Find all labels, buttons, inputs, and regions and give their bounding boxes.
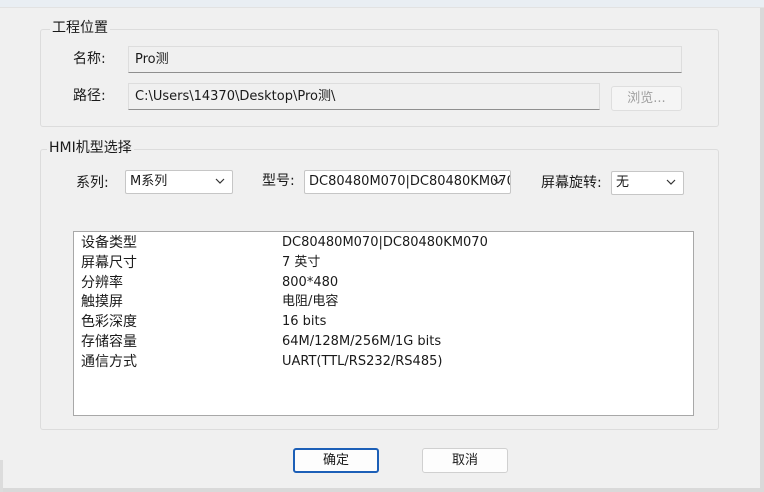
rotation-select[interactable]: 无 [611,171,684,195]
spec-row: 设备类型 DC80480M070|DC80480KM070 [81,233,681,253]
spec-row: 分辨率 800*480 [81,273,681,293]
spec-key: 存储容量 [81,334,137,350]
path-field[interactable]: C:\Users\14370\Desktop\Pro测\ [128,83,600,110]
spec-value: UART(TTL/RS232/RS485) [282,354,443,369]
spec-value: 16 bits [282,314,327,329]
spec-row: 通信方式 UART(TTL/RS232/RS485) [81,352,681,372]
chevron-down-icon [493,178,503,184]
rotation-value: 无 [616,175,630,190]
spec-key: 设备类型 [81,235,137,251]
spec-key: 屏幕尺寸 [81,255,137,271]
title-bar-strip [0,0,764,8]
spec-row: 屏幕尺寸 7 英寸 [81,253,681,273]
model-value: DC80480M070|DC80480KM070 [309,174,511,189]
spec-value: DC80480M070|DC80480KM070 [282,235,488,250]
spec-key: 色彩深度 [81,314,137,330]
spec-value: 800*480 [282,275,339,290]
spec-list[interactable]: 设备类型 DC80480M070|DC80480KM070 屏幕尺寸 7 英寸 … [73,231,694,416]
model-select[interactable]: DC80480M070|DC80480KM070 [304,170,511,194]
window-left-edge [0,460,3,492]
model-label: 型号: [262,173,295,189]
rotation-label: 屏幕旋转: [541,175,602,191]
spec-row: 触摸屏 电阻/电容 [81,292,681,312]
spec-value: 7 英寸 [282,255,321,270]
spec-row: 存储容量 64M/128M/256M/1G bits [81,332,681,352]
chevron-down-icon [215,178,225,184]
spec-value: 电阻/电容 [282,294,339,309]
series-value: M系列 [130,174,168,189]
series-label: 系列: [76,175,109,191]
window-right-edge [760,8,764,492]
hmi-model-title: HMI机型选择 [47,139,134,157]
cancel-button[interactable]: 取消 [422,448,508,473]
window-bottom-edge [0,488,764,492]
project-location-title: 工程位置 [50,19,110,37]
ok-button[interactable]: 确定 [293,448,379,473]
project-location-group [40,29,719,127]
spec-key: 触摸屏 [81,294,123,310]
path-label: 路径: [73,88,106,104]
spec-key: 分辨率 [81,275,123,291]
spec-row: 色彩深度 16 bits [81,312,681,332]
name-label: 名称: [73,51,106,67]
spec-value: 64M/128M/256M/1G bits [282,334,442,349]
series-select[interactable]: M系列 [125,170,233,194]
name-field[interactable]: Pro测 [128,46,682,73]
spec-key: 通信方式 [81,354,137,370]
chevron-down-icon [666,179,676,185]
browse-button[interactable]: 浏览... [611,86,682,111]
